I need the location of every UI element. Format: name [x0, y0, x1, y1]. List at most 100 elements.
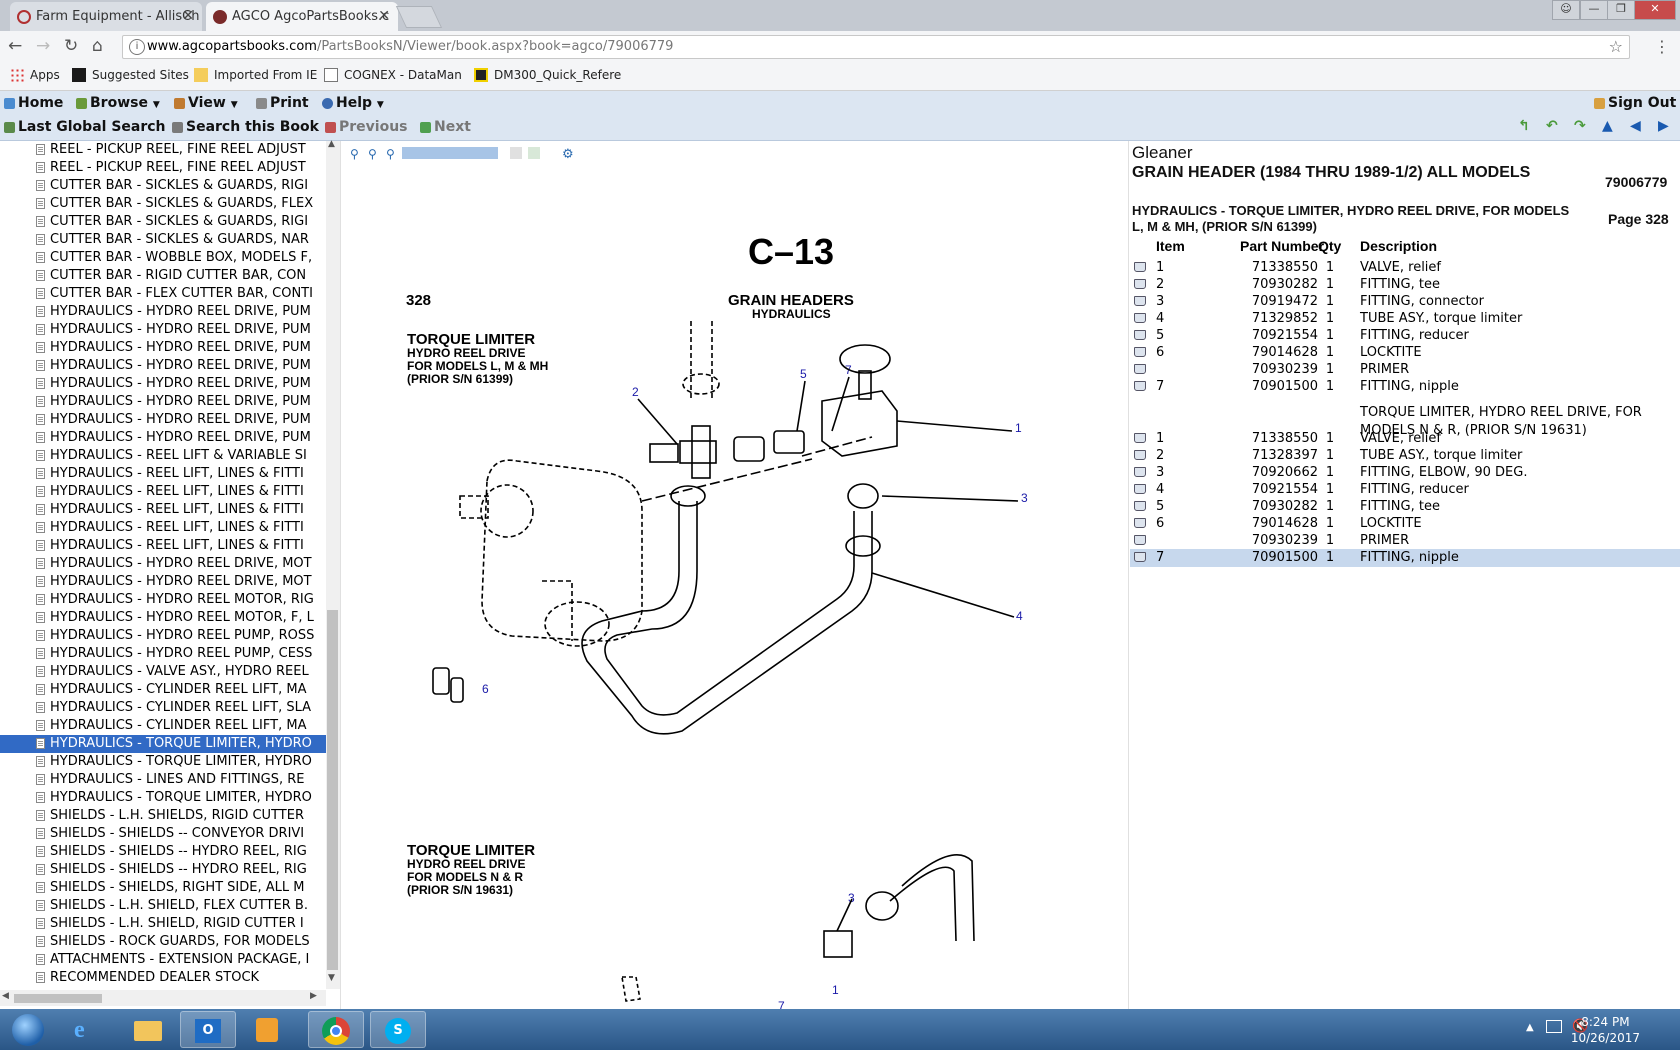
taskbar-file-explorer[interactable]	[120, 1011, 176, 1048]
next-page-icon[interactable]: ▶	[1658, 118, 1669, 134]
add-to-cart-icon[interactable]	[1134, 552, 1146, 562]
tree-item[interactable]: CUTTER BAR - SICKLES & GUARDS, RIGI	[0, 177, 326, 195]
tree-item[interactable]: HYDRAULICS - HYDRO REEL PUMP, CESS	[0, 645, 326, 663]
sign-out-button[interactable]: Sign Out	[1594, 95, 1676, 111]
chrome-menu-icon[interactable]: ⋮	[1654, 37, 1670, 56]
close-tab-icon[interactable]: ✕	[378, 2, 390, 31]
first-page-icon[interactable]: ▲	[1602, 118, 1613, 134]
parts-row[interactable]: 2 70930282 1 FITTING, tee	[1130, 276, 1680, 294]
tree-item[interactable]: HYDRAULICS - HYDRO REEL DRIVE, PUM	[0, 411, 326, 429]
parts-row[interactable]: 70930239 1 PRIMER	[1130, 361, 1680, 379]
site-info-icon[interactable]: i	[129, 39, 145, 55]
column-description[interactable]: Description	[1360, 238, 1437, 254]
tree-item[interactable]: CUTTER BAR - SICKLES & GUARDS, FLEX	[0, 195, 326, 213]
add-to-cart-icon[interactable]	[1134, 347, 1146, 357]
taskbar-media-player[interactable]	[240, 1011, 296, 1048]
tree-item[interactable]: HYDRAULICS - REEL LIFT, LINES & FITTI	[0, 483, 326, 501]
parts-row[interactable]: 7 70901500 1 FITTING, nipple	[1130, 378, 1680, 396]
tree-item[interactable]: HYDRAULICS - REEL LIFT & VARIABLE SI	[0, 447, 326, 465]
previous-page-icon[interactable]: ◀	[1630, 118, 1641, 134]
system-clock[interactable]: 8:24 PM 10/26/2017	[1571, 1014, 1640, 1046]
network-icon[interactable]	[1546, 1020, 1562, 1033]
column-item[interactable]: Item	[1156, 238, 1185, 254]
add-to-cart-icon[interactable]	[1134, 433, 1146, 443]
tree-item[interactable]: SHIELDS - L.H. SHIELD, RIGID CUTTER I	[0, 915, 326, 933]
parts-row[interactable]: 7 70901500 1 FITTING, nipple	[1130, 549, 1680, 567]
tree-item[interactable]: CUTTER BAR - WOBBLE BOX, MODELS F,	[0, 249, 326, 267]
close-window-button[interactable]: ✕	[1634, 0, 1676, 20]
tree-item[interactable]: SHIELDS - ROCK GUARDS, FOR MODELS	[0, 933, 326, 951]
parts-row[interactable]: 1 71338550 1 VALVE, relief	[1130, 430, 1680, 448]
scroll-up-icon[interactable]: ▲	[328, 139, 335, 149]
tree-item[interactable]: SHIELDS - SHIELDS -- HYDRO REEL, RIG	[0, 843, 326, 861]
add-to-cart-icon[interactable]	[1134, 262, 1146, 272]
bookmark-cognex[interactable]: COGNEX - DataMan	[324, 68, 462, 82]
tree-item[interactable]: HYDRAULICS - REEL LIFT, LINES & FITTI	[0, 519, 326, 537]
bookmark-apps[interactable]: Apps	[10, 68, 60, 82]
add-to-cart-icon[interactable]	[1134, 381, 1146, 391]
last-global-search-button[interactable]: Last Global Search	[4, 119, 166, 135]
tree-item[interactable]: HYDRAULICS - CYLINDER REEL LIFT, MA	[0, 681, 326, 699]
url-text[interactable]: www.agcopartsbooks.com/PartsBooksN/Viewe…	[147, 39, 673, 54]
previous-button[interactable]: Previous	[325, 119, 408, 135]
tree-item[interactable]: SHIELDS - SHIELDS -- HYDRO REEL, RIG	[0, 861, 326, 879]
parts-row[interactable]: 4 71329852 1 TUBE ASY., torque limiter	[1130, 310, 1680, 328]
scroll-left-icon[interactable]: ◀	[2, 991, 9, 1001]
parts-row[interactable]: 6 79014628 1 LOCKTITE	[1130, 515, 1680, 533]
menu-print[interactable]: Print	[256, 95, 309, 111]
tree-item[interactable]: HYDRAULICS - REEL LIFT, LINES & FITTI	[0, 537, 326, 555]
tree-item[interactable]: HYDRAULICS - HYDRO REEL DRIVE, PUM	[0, 429, 326, 447]
column-qty[interactable]: Qty	[1318, 238, 1341, 254]
tree-item[interactable]: SHIELDS - SHIELDS -- CONVEYOR DRIVI	[0, 825, 326, 843]
bookmark-imported-from-ie[interactable]: Imported From IE	[194, 68, 317, 82]
tree-item[interactable]: CUTTER BAR - FLEX CUTTER BAR, CONTI	[0, 285, 326, 303]
add-to-cart-icon[interactable]	[1134, 313, 1146, 323]
add-to-cart-icon[interactable]	[1134, 364, 1146, 374]
minimize-button[interactable]: —	[1580, 0, 1608, 20]
tree-item[interactable]: REEL - PICKUP REEL, FINE REEL ADJUST	[0, 141, 326, 159]
up-level-icon[interactable]: ↰	[1518, 118, 1530, 134]
parts-row[interactable]: 4 70921554 1 FITTING, reducer	[1130, 481, 1680, 499]
address-bar[interactable]: i www.agcopartsbooks.com/PartsBooksN/Vie…	[122, 35, 1630, 59]
parts-row[interactable]: 3 70920662 1 FITTING, ELBOW, 90 DEG.	[1130, 464, 1680, 482]
taskbar-outlook[interactable]: O	[180, 1011, 236, 1048]
tab-agco-partsbooks[interactable]: AGCO AgcoPartsBooks.c ✕	[206, 2, 398, 31]
back-page-icon[interactable]: ↶	[1546, 118, 1558, 134]
back-arrow-icon[interactable]: ←	[8, 36, 22, 56]
tree-scroll-thumb[interactable]	[327, 610, 338, 970]
next-button[interactable]: Next	[420, 119, 471, 135]
tree-item[interactable]: SHIELDS - L.H. SHIELD, FLEX CUTTER B.	[0, 897, 326, 915]
tree-item[interactable]: HYDRAULICS - HYDRO REEL DRIVE, PUM	[0, 393, 326, 411]
tree-item[interactable]: HYDRAULICS - TORQUE LIMITER, HYDRO	[0, 753, 326, 771]
tree-item[interactable]: HYDRAULICS - HYDRO REEL DRIVE, PUM	[0, 357, 326, 375]
show-hidden-icons-icon[interactable]: ▲	[1526, 1022, 1534, 1033]
scroll-down-icon[interactable]: ▼	[328, 973, 335, 983]
tree-item[interactable]: SHIELDS - L.H. SHIELDS, RIGID CUTTER	[0, 807, 326, 825]
bookmark-dm300[interactable]: DM300_Quick_Refere	[474, 68, 621, 82]
close-tab-icon[interactable]: ✕	[182, 2, 194, 31]
tree-item[interactable]: HYDRAULICS - HYDRO REEL DRIVE, MOT	[0, 573, 326, 591]
tree-item[interactable]: CUTTER BAR - SICKLES & GUARDS, NAR	[0, 231, 326, 249]
tree-item[interactable]: HYDRAULICS - HYDRO REEL MOTOR, RIG	[0, 591, 326, 609]
tree-item[interactable]: HYDRAULICS - HYDRO REEL DRIVE, PUM	[0, 321, 326, 339]
menu-help[interactable]: Help ▼	[322, 95, 384, 111]
add-to-cart-icon[interactable]	[1134, 484, 1146, 494]
tree-item[interactable]: HYDRAULICS - TORQUE LIMITER, HYDRO	[0, 789, 326, 807]
taskbar-chrome[interactable]	[308, 1011, 364, 1048]
parts-row[interactable]: 5 70930282 1 FITTING, tee	[1130, 498, 1680, 516]
tree-item[interactable]: HYDRAULICS - HYDRO REEL MOTOR, F, L	[0, 609, 326, 627]
tab-farm-equipment[interactable]: Farm Equipment - AllisCh ✕	[10, 2, 202, 31]
tree-item[interactable]: RECOMMENDED DEALER STOCK	[0, 969, 326, 987]
start-button[interactable]	[2, 1011, 54, 1048]
tree-item[interactable]: REEL - PICKUP REEL, FINE REEL ADJUST	[0, 159, 326, 177]
tree-item[interactable]: HYDRAULICS - HYDRO REEL PUMP, ROSS	[0, 627, 326, 645]
add-to-cart-icon[interactable]	[1134, 450, 1146, 460]
column-part-number[interactable]: Part Number	[1240, 238, 1324, 254]
parts-row[interactable]: 2 71328397 1 TUBE ASY., torque limiter	[1130, 447, 1680, 465]
scroll-right-icon[interactable]: ▶	[310, 991, 317, 1001]
add-to-cart-icon[interactable]	[1134, 330, 1146, 340]
parts-row[interactable]: 3 70919472 1 FITTING, connector	[1130, 293, 1680, 311]
home-icon[interactable]: ⌂	[92, 36, 103, 56]
search-this-book-button[interactable]: Search this Book	[172, 119, 319, 135]
tree-item[interactable]: SHIELDS - SHIELDS, RIGHT SIDE, ALL M	[0, 879, 326, 897]
